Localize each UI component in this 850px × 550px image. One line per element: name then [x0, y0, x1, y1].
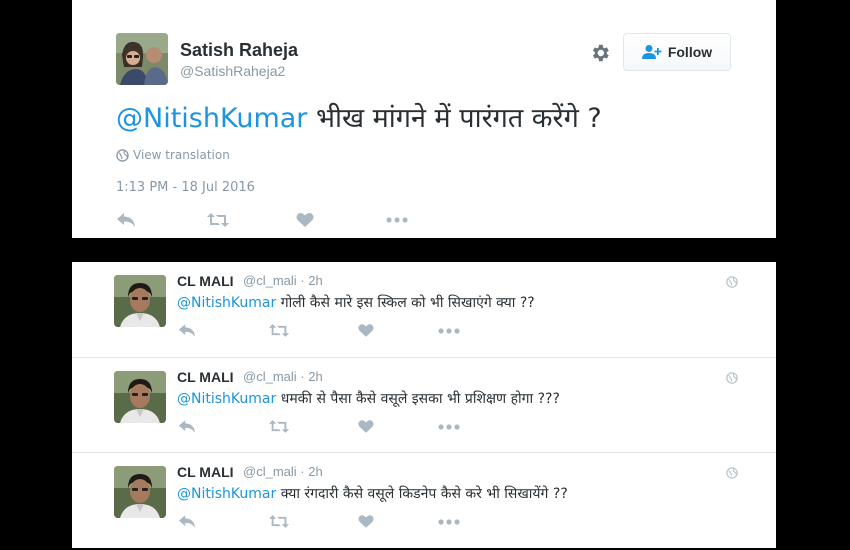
meta-separator: ·	[296, 273, 309, 288]
reply-icon[interactable]	[178, 514, 268, 529]
retweet-icon[interactable]	[268, 514, 358, 529]
gear-icon[interactable]	[589, 42, 611, 64]
reply-handle[interactable]: @cl_mali	[243, 273, 297, 288]
reply-mention[interactable]: @NitishKumar	[177, 295, 276, 311]
meta-separator: ·	[296, 464, 309, 479]
tweet-text: @NitishKumar भीख मांगने में पारंगत करेंग…	[116, 98, 602, 135]
reply-age[interactable]: 2h	[308, 369, 322, 384]
more-icon[interactable]	[438, 423, 478, 431]
view-translation-label: View translation	[133, 148, 230, 162]
meta-separator: ·	[296, 369, 309, 384]
follow-button[interactable]: Follow	[623, 33, 731, 71]
retweet-icon[interactable]	[268, 419, 358, 434]
reply-icon[interactable]	[116, 212, 206, 228]
reply-body: गोली कैसे मारे इस स्किल को भी सिखाएंगे क…	[280, 295, 535, 311]
reply-mention[interactable]: @NitishKumar	[177, 391, 276, 407]
reply-avatar[interactable]	[114, 466, 166, 518]
reply-name[interactable]: CL MALI	[177, 273, 234, 289]
author-avatar[interactable]	[116, 33, 168, 85]
author-name[interactable]: Satish Raheja	[180, 40, 298, 61]
reply-text: @NitishKumar गोली कैसे मारे इस स्किल को …	[177, 293, 535, 312]
tweet-body: भीख मांगने में पारंगत करेंगे ?	[315, 103, 602, 134]
like-icon[interactable]	[358, 514, 438, 529]
reply-text: @NitishKumar धमकी से पैसा कैसे वसूले इसक…	[177, 389, 560, 408]
reply-age[interactable]: 2h	[308, 464, 322, 479]
reply-body: धमकी से पैसा कैसे वसूले इसका भी प्रशिक्ष…	[280, 391, 560, 407]
like-icon[interactable]	[296, 212, 386, 228]
author-handle[interactable]: @SatishRaheja2	[180, 63, 285, 79]
more-icon[interactable]	[438, 327, 478, 335]
follow-label: Follow	[667, 44, 713, 60]
reply-body: क्या रंगदारी कैसे वसूले किडनेप कैसे करे …	[280, 486, 568, 502]
like-icon[interactable]	[358, 419, 438, 434]
follow-user-icon	[641, 45, 662, 59]
reply-avatar[interactable]	[114, 275, 166, 327]
reply-name[interactable]: CL MALI	[177, 369, 234, 385]
globe-icon	[726, 276, 738, 288]
reply-item[interactable]: CL MALI @cl_mali · 2h @NitishKumar गोली …	[72, 262, 776, 357]
reply-text: @NitishKumar क्या रंगदारी कैसे वसूले किड…	[177, 484, 568, 503]
reply-meta: @cl_mali · 2h	[243, 464, 323, 479]
reply-item[interactable]: CL MALI @cl_mali · 2h @NitishKumar धमकी …	[72, 357, 776, 453]
retweet-icon[interactable]	[206, 212, 296, 228]
reply-name[interactable]: CL MALI	[177, 464, 234, 480]
more-icon[interactable]	[438, 518, 478, 526]
globe-icon	[726, 372, 738, 384]
view-translation-link[interactable]: View translation	[116, 148, 230, 162]
reply-actions	[178, 514, 478, 529]
tweet-mention[interactable]: @NitishKumar	[116, 103, 307, 134]
reply-handle[interactable]: @cl_mali	[243, 464, 297, 479]
reply-meta: @cl_mali · 2h	[243, 369, 323, 384]
more-icon[interactable]	[386, 216, 426, 224]
tweet-timestamp[interactable]: 1:13 PM - 18 Jul 2016	[116, 180, 255, 195]
retweet-icon[interactable]	[268, 323, 358, 338]
main-tweet-card: Satish Raheja @SatishRaheja2 Follow @Nit…	[72, 0, 776, 238]
reply-icon[interactable]	[178, 323, 268, 338]
reply-age[interactable]: 2h	[308, 273, 322, 288]
globe-icon	[726, 467, 738, 479]
tweet-actions	[116, 212, 426, 228]
reply-item[interactable]: CL MALI @cl_mali · 2h @NitishKumar क्या …	[72, 452, 776, 548]
reply-actions	[178, 323, 478, 338]
reply-actions	[178, 419, 478, 434]
reply-avatar[interactable]	[114, 371, 166, 423]
reply-icon[interactable]	[178, 419, 268, 434]
like-icon[interactable]	[358, 323, 438, 338]
replies-card: CL MALI @cl_mali · 2h @NitishKumar गोली …	[72, 262, 776, 548]
reply-meta: @cl_mali · 2h	[243, 273, 323, 288]
reply-handle[interactable]: @cl_mali	[243, 369, 297, 384]
reply-mention[interactable]: @NitishKumar	[177, 486, 276, 502]
globe-icon	[116, 148, 129, 162]
